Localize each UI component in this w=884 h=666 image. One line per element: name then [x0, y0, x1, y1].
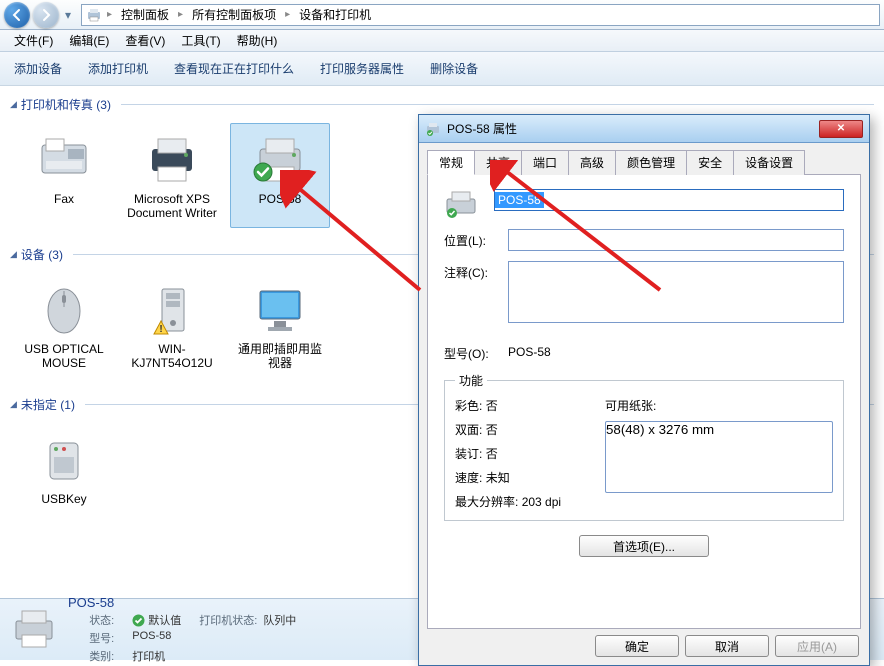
back-button[interactable] — [4, 2, 30, 28]
forward-button[interactable] — [33, 2, 59, 28]
location-label: 位置(L): — [444, 229, 508, 249]
computer-icon: ! — [143, 280, 201, 338]
tab-color[interactable]: 颜色管理 — [615, 150, 687, 175]
menu-view[interactable]: 查看(V) — [117, 30, 173, 51]
printer-icon — [10, 605, 58, 653]
address-bar[interactable]: ▸ 控制面板 ▸ 所有控制面板项 ▸ 设备和打印机 — [81, 4, 880, 26]
menu-bar: 文件(F) 编辑(E) 查看(V) 工具(T) 帮助(H) — [0, 30, 884, 52]
preferences-button[interactable]: 首选项(E)... — [579, 535, 709, 557]
nav-bar: ▾ ▸ 控制面板 ▸ 所有控制面板项 ▸ 设备和打印机 — [0, 0, 884, 30]
details-name: POS-58 — [68, 595, 114, 610]
server-props-button[interactable]: 打印服务器属性 — [316, 56, 408, 81]
tab-sharing[interactable]: 共享 — [474, 150, 522, 175]
chevron-right-icon: ▸ — [176, 9, 185, 20]
tab-ports[interactable]: 端口 — [521, 150, 569, 175]
device-item-pc[interactable]: ! WIN-KJ7NT54O12U — [122, 273, 222, 378]
collapse-icon: ◢ — [10, 399, 17, 410]
comment-label: 注释(C): — [444, 261, 508, 281]
close-button[interactable]: ✕ — [819, 120, 863, 138]
features-group: 功能 彩色: 否 可用纸张: 双面: 否 58(48) x 3276 mm 装订… — [444, 372, 844, 521]
printer-icon — [425, 121, 441, 137]
printer-icon — [251, 130, 309, 188]
printer-icon — [444, 189, 478, 219]
checkmark-icon — [132, 614, 145, 627]
svg-text:!: ! — [159, 324, 162, 335]
collapse-icon: ◢ — [10, 249, 17, 260]
command-bar: 添加设备 添加打印机 查看现在正在打印什么 打印服务器属性 删除设备 — [0, 52, 884, 86]
menu-edit[interactable]: 编辑(E) — [61, 30, 117, 51]
dialog-title: POS-58 属性 — [447, 120, 813, 137]
comment-input[interactable] — [508, 261, 844, 323]
menu-help[interactable]: 帮助(H) — [229, 30, 286, 51]
add-device-button[interactable]: 添加设备 — [10, 56, 66, 81]
fax-icon — [35, 130, 93, 188]
breadcrumb-item[interactable]: 设备和打印机 — [295, 4, 375, 25]
warning-icon: ! — [153, 320, 169, 336]
device-item-monitor[interactable]: 通用即插即用监视器 — [230, 273, 330, 378]
breadcrumb-item[interactable]: 所有控制面板项 — [188, 4, 280, 25]
history-dropdown[interactable]: ▾ — [62, 8, 74, 22]
device-item-xps[interactable]: Microsoft XPS Document Writer — [122, 123, 222, 228]
mouse-icon — [35, 280, 93, 338]
tab-strip: 常规 共享 端口 高级 颜色管理 安全 设备设置 — [427, 149, 861, 175]
close-icon: ✕ — [837, 123, 845, 134]
tab-general[interactable]: 常规 — [427, 150, 475, 175]
paper-list[interactable]: 58(48) x 3276 mm — [605, 421, 833, 493]
tab-security[interactable]: 安全 — [686, 150, 734, 175]
usb-device-icon — [35, 430, 93, 488]
breadcrumb-item[interactable]: 控制面板 — [117, 4, 173, 25]
add-printer-button[interactable]: 添加打印机 — [84, 56, 152, 81]
menu-file[interactable]: 文件(F) — [6, 30, 61, 51]
cancel-button[interactable]: 取消 — [685, 635, 769, 657]
tab-device[interactable]: 设备设置 — [733, 150, 805, 175]
chevron-right-icon: ▸ — [283, 9, 292, 20]
device-item-pos58[interactable]: POS-58 — [230, 123, 330, 228]
model-value: POS-58 — [508, 342, 844, 359]
printer-icon — [86, 7, 102, 23]
ok-button[interactable]: 确定 — [595, 635, 679, 657]
device-item-fax[interactable]: Fax — [14, 123, 114, 228]
printer-name-input[interactable]: POS-58 — [494, 189, 844, 211]
monitor-icon — [251, 280, 309, 338]
checkmark-icon — [253, 162, 273, 182]
location-input[interactable] — [508, 229, 844, 251]
dialog-titlebar[interactable]: POS-58 属性 ✕ — [419, 115, 869, 143]
printer-icon — [143, 130, 201, 188]
collapse-icon: ◢ — [10, 99, 17, 110]
tab-panel-general: POS-58 位置(L): 注释(C): 型号(O): POS-58 功能 彩色… — [427, 175, 861, 629]
apply-button[interactable]: 应用(A) — [775, 635, 859, 657]
chevron-right-icon: ▸ — [105, 9, 114, 20]
tab-advanced[interactable]: 高级 — [568, 150, 616, 175]
properties-dialog: POS-58 属性 ✕ 常规 共享 端口 高级 颜色管理 安全 设备设置 POS… — [418, 114, 870, 666]
remove-device-button[interactable]: 删除设备 — [426, 56, 482, 81]
menu-tools[interactable]: 工具(T) — [173, 30, 228, 51]
model-label: 型号(O): — [444, 342, 508, 362]
device-item-usbkey[interactable]: USBKey — [14, 423, 114, 513]
device-item-mouse[interactable]: USB OPTICAL MOUSE — [14, 273, 114, 378]
see-printing-button[interactable]: 查看现在正在打印什么 — [170, 56, 298, 81]
